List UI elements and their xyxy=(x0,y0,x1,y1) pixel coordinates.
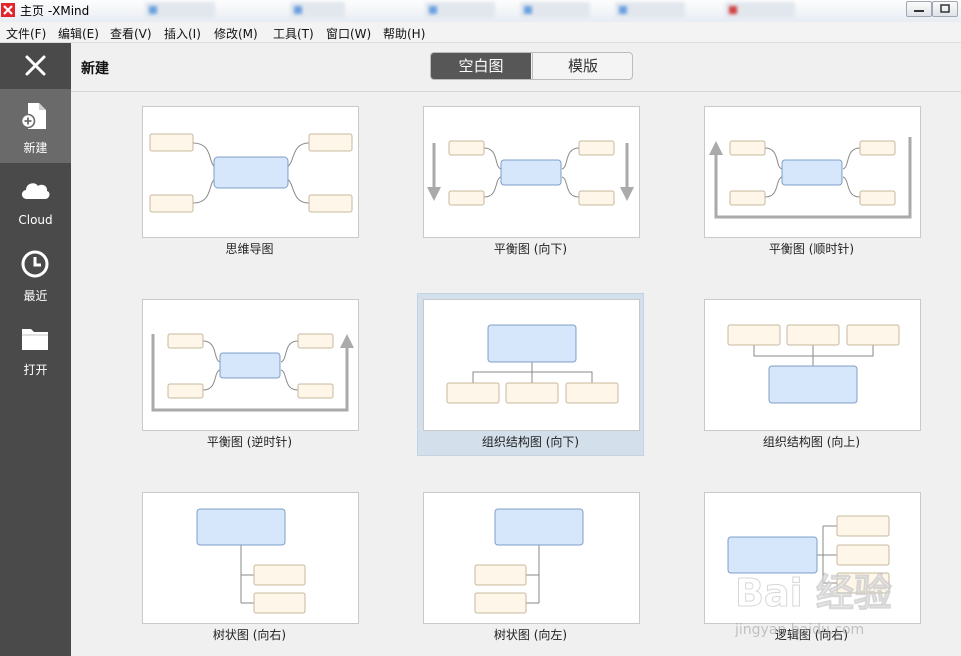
template-card-org-down[interactable] xyxy=(423,299,640,431)
template-card-mindmap[interactable] xyxy=(142,106,359,238)
template-card-balance-down[interactable] xyxy=(423,106,640,238)
template-label: 树状图 (向右) xyxy=(212,628,287,642)
menu-bar: 文件(F) 编辑(E) 查看(V) 插入(I) 修改(M) 工具(T) 窗口(W… xyxy=(0,22,961,43)
balance-clockwise-preview xyxy=(709,137,912,219)
org-up-preview xyxy=(727,324,900,404)
menu-file[interactable]: 文件(F) xyxy=(6,25,46,42)
mindmap-preview xyxy=(149,133,353,213)
xmind-logo-icon xyxy=(1,3,15,17)
tab-switcher: 空白图 模版 xyxy=(430,52,633,80)
template-label: 组织结构图 (向上) xyxy=(762,435,861,449)
template-label: 树状图 (向左) xyxy=(493,628,568,642)
template-card-org-up[interactable] xyxy=(704,299,921,431)
template-label: 平衡图 (逆时针) xyxy=(206,435,293,449)
cloud-icon xyxy=(21,183,50,199)
sidebar: 新建 Cloud 最近 打开 xyxy=(0,43,71,656)
template-label: 组织结构图 (向下) xyxy=(481,435,580,449)
blurred-taskbar-item xyxy=(290,2,345,18)
template-card-balance-clockwise[interactable] xyxy=(704,106,921,238)
template-card-tree-left[interactable] xyxy=(423,492,640,624)
template-label: 平衡图 (顺时针) xyxy=(768,242,855,256)
blurred-taskbar-item xyxy=(145,2,215,18)
logic-right-preview xyxy=(727,515,890,594)
content-header: 新建 空白图 模版 xyxy=(71,43,961,92)
balance-counterclockwise-preview xyxy=(151,333,354,412)
tab-blank[interactable]: 空白图 xyxy=(431,53,531,79)
menu-edit[interactable]: 编辑(E) xyxy=(58,25,99,42)
clock-icon xyxy=(21,250,49,278)
sidebar-item-new[interactable]: 新建 xyxy=(0,89,71,163)
blurred-taskbar-item xyxy=(520,2,590,18)
blurred-taskbar-item xyxy=(425,2,495,18)
tree-left-preview xyxy=(474,508,584,614)
template-card-balance-counterclockwise[interactable] xyxy=(142,299,359,431)
minimize-button[interactable] xyxy=(906,1,932,17)
sidebar-item-label: 打开 xyxy=(23,363,48,377)
minimize-icon xyxy=(914,10,924,12)
menu-view[interactable]: 查看(V) xyxy=(110,25,152,42)
template-label: 平衡图 (向下) xyxy=(493,242,568,256)
sidebar-item-cloud[interactable]: Cloud xyxy=(0,163,71,237)
sidebar-item-label: 最近 xyxy=(23,289,48,303)
close-button[interactable] xyxy=(0,43,71,88)
template-label: 逻辑图 (向右) xyxy=(774,628,849,642)
menu-insert[interactable]: 插入(I) xyxy=(164,25,201,42)
close-icon xyxy=(25,55,46,76)
new-file-icon xyxy=(20,103,46,129)
menu-help[interactable]: 帮助(H) xyxy=(383,25,425,42)
template-card-tree-right[interactable] xyxy=(142,492,359,624)
sidebar-item-label: 新建 xyxy=(23,141,48,155)
maximize-button[interactable] xyxy=(932,1,958,17)
menu-window[interactable]: 窗口(W) xyxy=(326,25,371,42)
maximize-icon xyxy=(940,4,950,13)
title-bar: 主页 -XMind xyxy=(0,0,961,23)
menu-modify[interactable]: 修改(M) xyxy=(214,25,258,42)
balance-down-preview xyxy=(427,140,634,206)
folder-icon xyxy=(22,329,48,350)
blurred-taskbar-item xyxy=(615,2,685,18)
org-down-preview xyxy=(446,324,619,404)
page-title: 新建 xyxy=(81,61,109,77)
template-label: 思维导图 xyxy=(225,242,274,256)
menu-tools[interactable]: 工具(T) xyxy=(273,25,314,42)
tree-right-preview xyxy=(196,508,306,614)
template-card-logic-right[interactable] xyxy=(704,492,921,624)
tab-template[interactable]: 模版 xyxy=(532,53,632,79)
blurred-taskbar-item xyxy=(725,2,795,18)
sidebar-item-open[interactable]: 打开 xyxy=(0,311,71,385)
sidebar-item-label: Cloud xyxy=(18,213,53,227)
sidebar-item-recent[interactable]: 最近 xyxy=(0,237,71,311)
window-title: 主页 -XMind xyxy=(20,4,90,18)
